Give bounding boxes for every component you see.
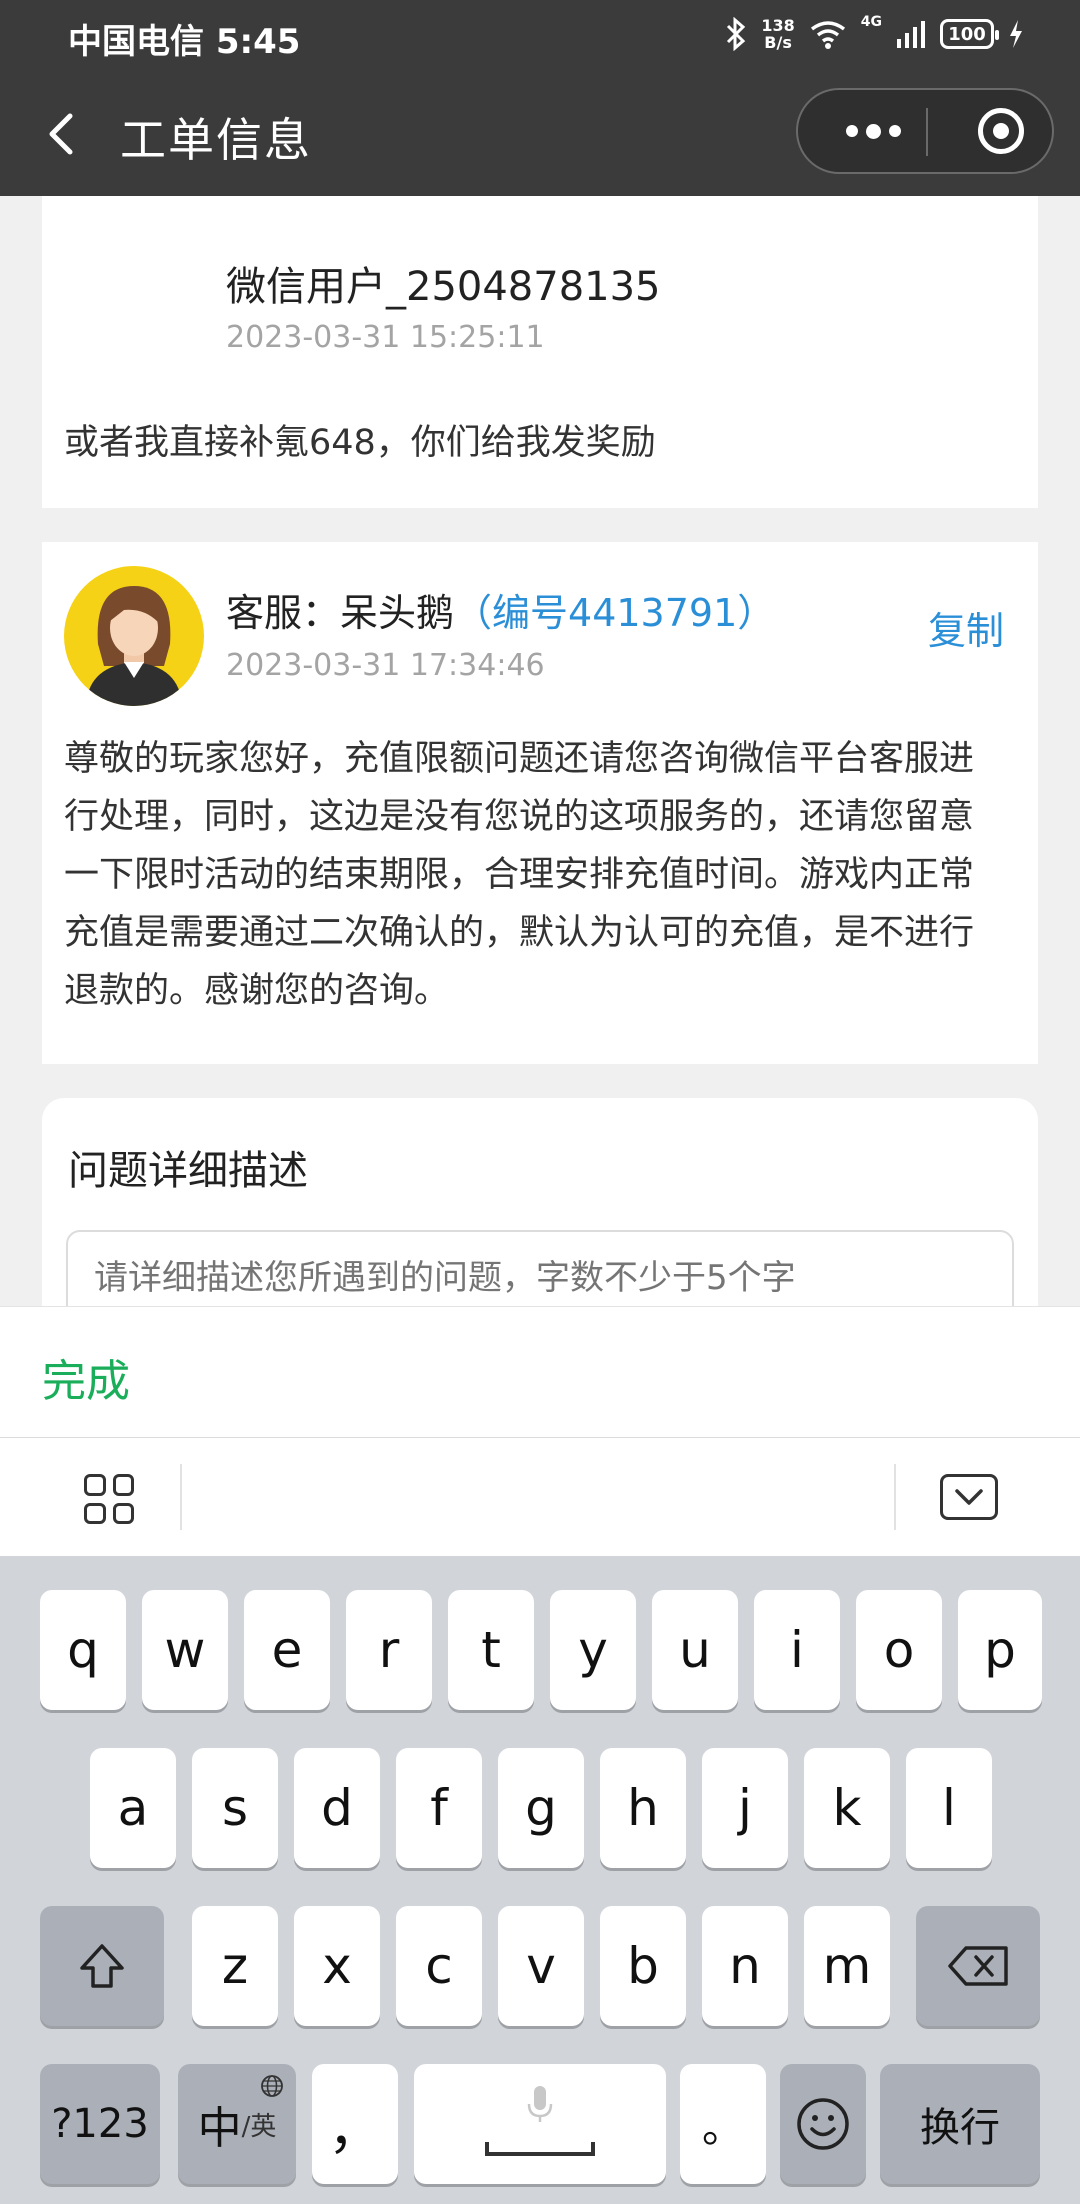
network-type: 4G bbox=[860, 14, 882, 30]
section-title: 问题详细描述 bbox=[68, 1148, 308, 1194]
microphone-icon bbox=[527, 2086, 553, 2122]
globe-icon bbox=[261, 2075, 283, 2097]
user-name: 微信用户_2504878135 bbox=[226, 264, 661, 310]
key-b[interactable]: b bbox=[600, 1906, 686, 2026]
key-i[interactable]: i bbox=[754, 1590, 840, 1710]
key-a[interactable]: a bbox=[90, 1748, 176, 1868]
key-n[interactable]: n bbox=[702, 1906, 788, 2026]
language-key-sub: /英 bbox=[241, 2111, 277, 2142]
bluetooth-icon bbox=[727, 17, 746, 51]
key-k[interactable]: k bbox=[804, 1748, 890, 1868]
key-h[interactable]: h bbox=[600, 1748, 686, 1868]
top-bar: 中国电信 5:45 138 B/s 4G 100 工单信息 bbox=[0, 0, 1080, 196]
key-s[interactable]: s bbox=[192, 1748, 278, 1868]
key-d[interactable]: d bbox=[294, 1748, 380, 1868]
keyboard-menu-grid-icon[interactable] bbox=[84, 1474, 134, 1524]
key-v[interactable]: v bbox=[498, 1906, 584, 2026]
key-u[interactable]: u bbox=[652, 1590, 738, 1710]
toolbar-divider bbox=[894, 1464, 896, 1530]
user-message-card: 微信用户_2504878135 2023-03-31 15:25:11 或者我直… bbox=[42, 196, 1038, 508]
key-w[interactable]: w bbox=[142, 1590, 228, 1710]
key-l[interactable]: l bbox=[906, 1748, 992, 1868]
agent-avatar bbox=[64, 566, 204, 706]
key-x[interactable]: x bbox=[294, 1906, 380, 2026]
charging-icon bbox=[1010, 20, 1022, 48]
agent-reply-time: 2023-03-31 17:34:46 bbox=[226, 648, 545, 683]
language-key-main: 中 bbox=[197, 2103, 242, 2154]
key-g[interactable]: g bbox=[498, 1748, 584, 1868]
network-speed-value: 138 bbox=[761, 16, 795, 35]
language-switch-key[interactable]: 中/英 bbox=[178, 2064, 296, 2184]
keyboard: q w e r t y u i o p a s d f g h j k l z … bbox=[0, 1556, 1080, 2204]
key-t[interactable]: t bbox=[448, 1590, 534, 1710]
more-options-icon[interactable] bbox=[828, 90, 918, 172]
copy-button[interactable]: 复制 bbox=[928, 600, 1004, 655]
comma-key[interactable]: ， bbox=[312, 2064, 398, 2184]
key-z[interactable]: z bbox=[192, 1906, 278, 2026]
wifi-icon bbox=[810, 21, 845, 49]
key-j[interactable]: j bbox=[702, 1748, 788, 1868]
key-o[interactable]: o bbox=[856, 1590, 942, 1710]
detail-description-card: 问题详细描述 bbox=[42, 1098, 1038, 1350]
backspace-icon bbox=[948, 1946, 1008, 1986]
agent-reply-text: 尊敬的玩家您好，充值限额问题还请您咨询微信平台客服进行处理，同时，这边是没有您说… bbox=[64, 739, 975, 1011]
key-e[interactable]: e bbox=[244, 1590, 330, 1710]
key-f[interactable]: f bbox=[396, 1748, 482, 1868]
period-key[interactable]: 。 bbox=[680, 2064, 766, 2184]
capsule-divider bbox=[926, 108, 928, 156]
battery-level: 100 bbox=[948, 23, 986, 45]
nav-bar: 工单信息 bbox=[0, 66, 1080, 196]
network-speed-unit: B/s bbox=[764, 33, 792, 52]
agent-info: 客服：呆头鹅（编号4413791） bbox=[226, 582, 775, 637]
space-bar-glyph bbox=[485, 2142, 595, 2156]
toolbar-divider bbox=[180, 1464, 182, 1530]
battery-icon: 100 bbox=[940, 19, 999, 49]
numbers-key[interactable]: ?123 bbox=[40, 2064, 160, 2184]
agent-name: 客服：呆头鹅 bbox=[226, 591, 455, 635]
shift-key[interactable] bbox=[40, 1906, 164, 2026]
done-button[interactable]: 完成 bbox=[42, 1345, 130, 1409]
mini-program-capsule bbox=[796, 88, 1054, 174]
agent-id: （编号4413791） bbox=[454, 591, 776, 635]
backspace-key[interactable] bbox=[916, 1906, 1040, 2026]
emoji-smile-icon bbox=[797, 2098, 849, 2150]
status-icons: 138 B/s 4G 100 bbox=[725, 14, 1024, 54]
female-agent-icon bbox=[86, 586, 182, 706]
key-m[interactable]: m bbox=[804, 1906, 890, 2026]
signal-icon bbox=[897, 21, 925, 48]
status-bar: 中国电信 5:45 138 B/s 4G 100 bbox=[0, 0, 1080, 66]
enter-key[interactable]: 换行 bbox=[880, 2064, 1040, 2184]
input-accessory-bar: 完成 bbox=[0, 1306, 1080, 1438]
key-q[interactable]: q bbox=[40, 1590, 126, 1710]
key-c[interactable]: c bbox=[396, 1906, 482, 2026]
user-message-text: 或者我直接补氪648，你们给我发奖励 bbox=[64, 423, 656, 463]
carrier-time: 中国电信 5:45 bbox=[68, 22, 301, 62]
key-y[interactable]: y bbox=[550, 1590, 636, 1710]
back-arrow-icon[interactable] bbox=[38, 104, 88, 164]
keyboard-toolbar bbox=[0, 1438, 1080, 1556]
agent-reply-card: 客服：呆头鹅（编号4413791） 复制 2023-03-31 17:34:46… bbox=[42, 542, 1038, 1064]
key-p[interactable]: p bbox=[958, 1590, 1042, 1710]
shift-arrow-icon bbox=[80, 1944, 124, 1988]
network-speed: 138 B/s bbox=[761, 17, 794, 51]
page-title: 工单信息 bbox=[120, 113, 312, 167]
space-key[interactable] bbox=[414, 2064, 666, 2184]
emoji-key[interactable] bbox=[780, 2064, 866, 2184]
hide-keyboard-icon[interactable] bbox=[940, 1474, 998, 1520]
key-r[interactable]: r bbox=[346, 1590, 432, 1710]
user-message-time: 2023-03-31 15:25:11 bbox=[226, 320, 545, 355]
close-mini-program-icon[interactable] bbox=[978, 108, 1024, 154]
